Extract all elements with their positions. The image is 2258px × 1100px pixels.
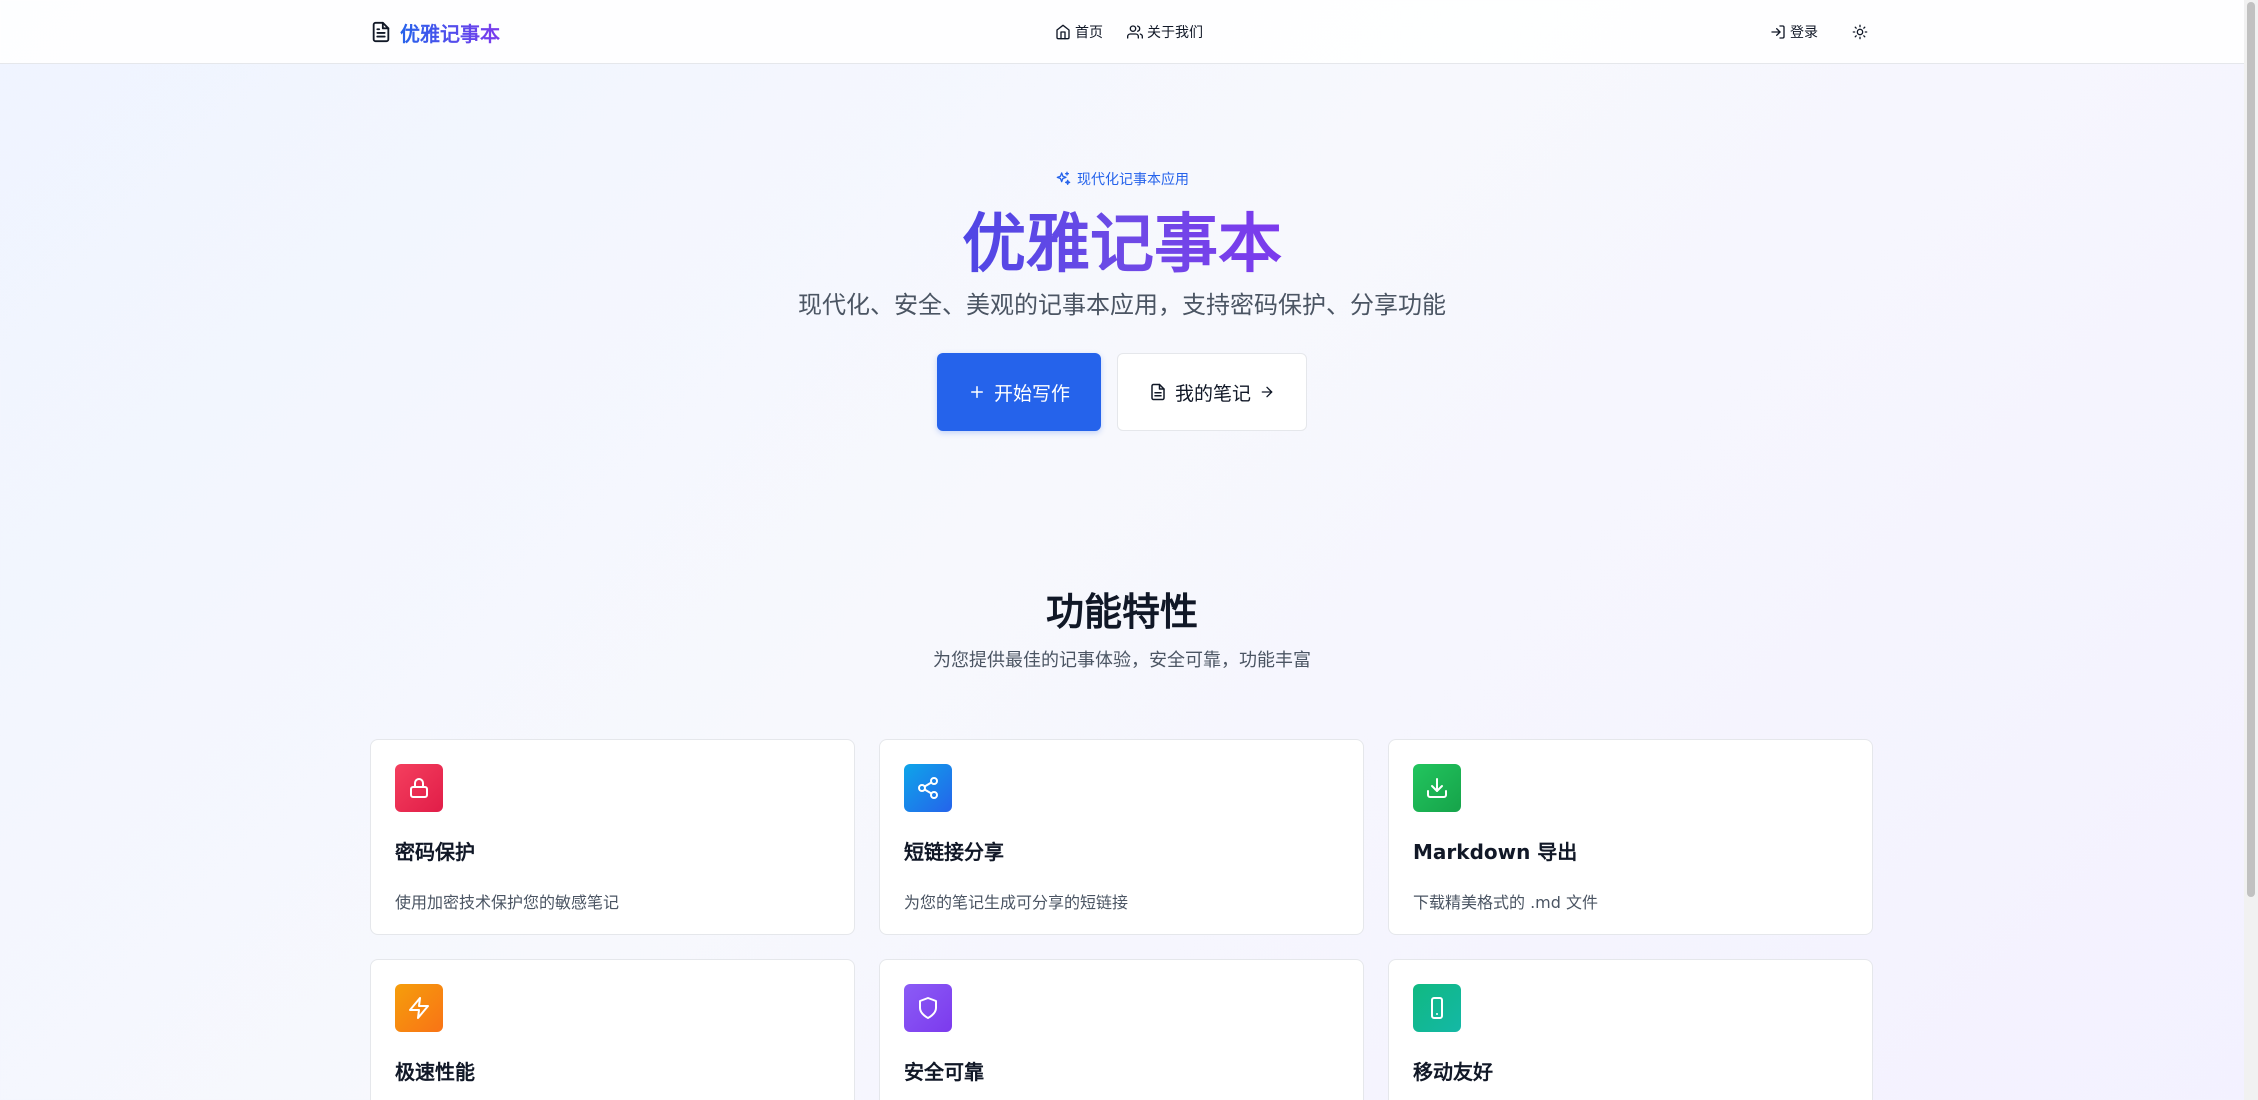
feature-desc: 为您的笔记生成可分享的短链接 (904, 893, 1129, 912)
nav-about-label: 关于我们 (1147, 25, 1203, 41)
logo-text: 优雅记事本 (400, 18, 500, 47)
feature-card-share: 短链接分享 为您的笔记生成可分享的短链接 (879, 739, 1364, 935)
theme-toggle-button[interactable] (1848, 20, 1872, 44)
hero-badge: 现代化记事本应用 (0, 169, 2244, 189)
nav-about[interactable]: 关于我们 (1127, 22, 1203, 42)
home-icon (1055, 24, 1071, 40)
my-notes-label: 我的笔记 (1174, 382, 1251, 405)
log-in-icon (1770, 24, 1786, 40)
features-subtitle: 为您提供最佳的记事体验，安全可靠，功能丰富 (933, 650, 1311, 671)
document-icon (370, 21, 392, 43)
feature-card-markdown: Markdown 导出 下载精美格式的 .md 文件 (1388, 739, 1873, 935)
hero-actions: 开始写作 我的笔记 (0, 353, 2244, 431)
header-actions: 登录 (1770, 20, 1872, 44)
smartphone-icon (1413, 984, 1461, 1032)
feature-desc: 下载精美格式的 .md 文件 (1413, 893, 1599, 912)
my-notes-button[interactable]: 我的笔记 (1117, 353, 1307, 431)
download-icon (1413, 764, 1461, 812)
feature-title: 密码保护 (395, 840, 475, 864)
nav-home-label: 首页 (1075, 25, 1103, 41)
logo[interactable]: 优雅记事本 (370, 18, 500, 47)
hero-subtitle: 现代化、安全、美观的记事本应用，支持密码保护、分享功能 (798, 291, 1446, 319)
feature-title: 移动友好 (1413, 1060, 1493, 1084)
hero-title-text: 优雅记事本 (962, 208, 1282, 282)
hero-badge-text: 现代化记事本应用 (1077, 172, 1189, 188)
feature-title: 极速性能 (395, 1060, 475, 1084)
arrow-right-icon (1259, 384, 1275, 400)
lock-icon (395, 764, 443, 812)
feature-card-performance: 极速性能 (370, 959, 855, 1100)
main-nav: 首页 关于我们 (1055, 21, 1203, 43)
sparkles-icon (1055, 171, 1071, 187)
login-button[interactable]: 登录 (1770, 22, 1818, 42)
login-label: 登录 (1790, 25, 1818, 41)
zap-icon (395, 984, 443, 1032)
top-navbar: 优雅记事本 首页 关于我们 登录 (0, 0, 2244, 64)
feature-title: Markdown 导出 (1413, 840, 1578, 864)
page-scrollbar[interactable] (2244, 0, 2258, 1100)
feature-card-mobile: 移动友好 (1388, 959, 1873, 1100)
hero-title: 优雅记事本 (0, 205, 2244, 285)
feature-title: 短链接分享 (904, 840, 1004, 864)
sun-icon (1852, 24, 1868, 40)
users-icon (1127, 24, 1143, 40)
nav-home[interactable]: 首页 (1055, 22, 1103, 42)
start-writing-button[interactable]: 开始写作 (937, 353, 1101, 431)
share-icon (904, 764, 952, 812)
feature-title: 安全可靠 (904, 1060, 984, 1084)
feature-card-password: 密码保护 使用加密技术保护您的敏感笔记 (370, 739, 855, 935)
shield-icon (904, 984, 952, 1032)
plus-icon (968, 383, 986, 401)
features-grid: 密码保护 使用加密技术保护您的敏感笔记 短链接分享 为您的笔记生成可分享的短链接… (370, 739, 1874, 1100)
feature-desc: 使用加密技术保护您的敏感笔记 (395, 893, 620, 912)
start-writing-label: 开始写作 (993, 382, 1070, 405)
file-text-icon (1149, 383, 1167, 401)
feature-card-security: 安全可靠 (879, 959, 1364, 1100)
scrollbar-thumb[interactable] (2247, 2, 2255, 897)
features-title: 功能特性 (1045, 590, 1198, 634)
